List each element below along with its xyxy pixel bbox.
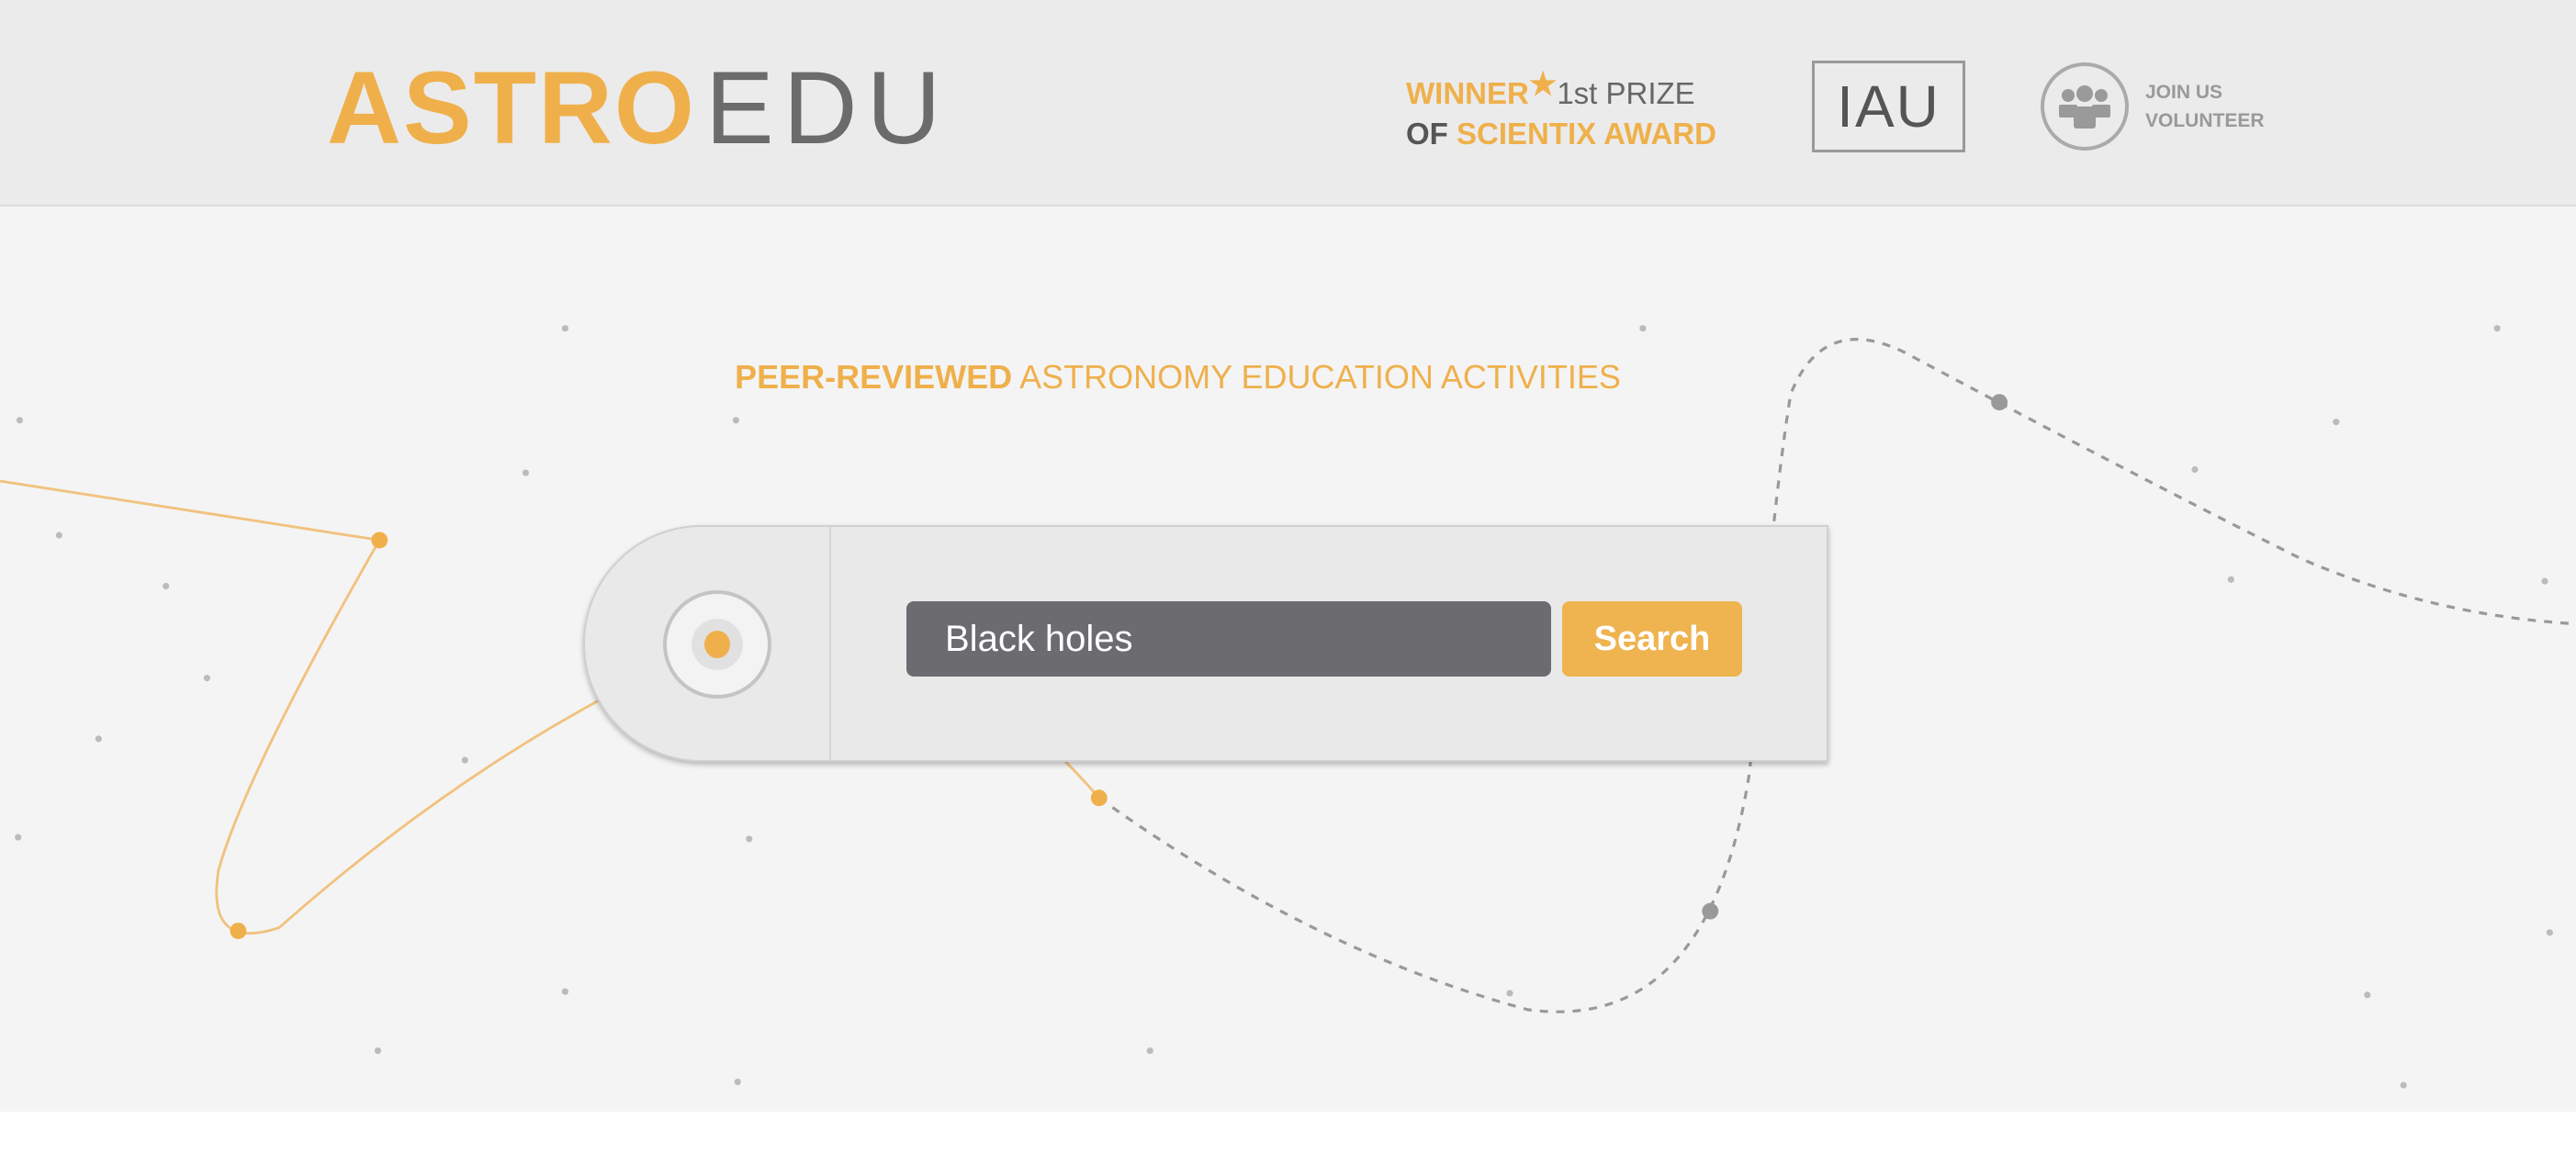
people-group-icon [2041,62,2129,151]
search-panel: Black holes Search [583,525,1828,762]
scientix-award-badge[interactable]: WINNER★1st PRIZE OF SCIENTIX AWARD [1406,67,1716,154]
astroedu-logo[interactable]: ASTROEDU [327,57,950,160]
target-icon [663,590,771,699]
star-dot [371,532,388,549]
search-input[interactable]: Black holes [906,601,1551,677]
star-dot [1090,789,1108,807]
star-icon: ★ [1528,67,1558,102]
search-button[interactable]: Search [1562,601,1742,677]
join-volunteer-link[interactable]: JOIN US VOLUNTEER [2041,62,2265,151]
iau-logo[interactable]: IAU [1812,61,1965,152]
star-dot [1702,902,1719,920]
star-dot [230,923,247,939]
panel-divider [829,527,831,760]
tagline: PEER-REVIEWED ASTRONOMY EDUCATION ACTIVI… [735,358,1621,396]
